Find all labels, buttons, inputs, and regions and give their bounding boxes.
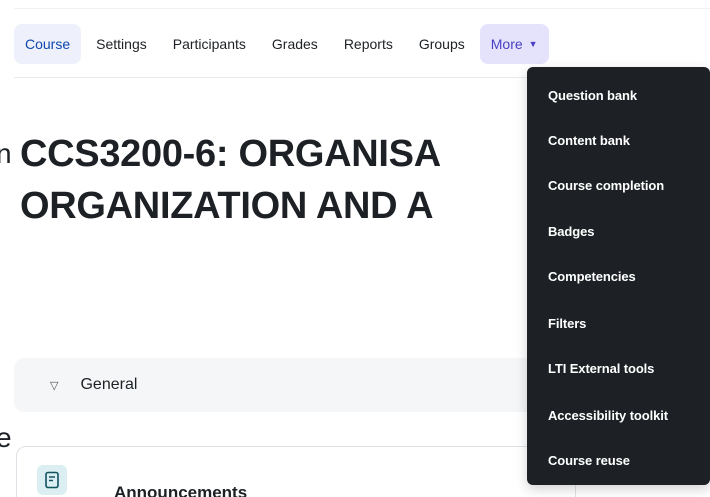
tab-settings[interactable]: Settings <box>85 24 158 64</box>
activity-card: Announcements <box>16 446 576 497</box>
page-title: CCS3200-6: ORGANISA ORGANIZATION AND A <box>20 128 441 232</box>
clipped-text-top: n <box>0 138 12 169</box>
tab-reports[interactable]: Reports <box>333 24 404 64</box>
forum-icon <box>37 465 67 495</box>
menu-item-course-completion[interactable]: Course completion <box>548 178 664 193</box>
caret-down-icon: ▼ <box>528 38 538 49</box>
activity-link[interactable]: Announcements <box>114 483 247 497</box>
section-header-general[interactable]: ▽ General <box>14 358 574 412</box>
title-line-1: CCS3200-6: ORGANISA <box>20 133 441 175</box>
top-divider <box>14 8 710 9</box>
menu-item-accessibility-toolkit[interactable]: Accessibility toolkit <box>548 408 668 423</box>
triangle-down-icon[interactable]: ▽ <box>50 379 58 392</box>
menu-item-question-bank[interactable]: Question bank <box>548 88 637 103</box>
tab-grades[interactable]: Grades <box>261 24 329 64</box>
tab-course[interactable]: Course <box>14 24 82 64</box>
more-dropdown-menu: Question bank Content bank Course comple… <box>527 67 710 485</box>
clipped-text-bottom: e <box>0 422 12 453</box>
title-line-2: ORGANIZATION AND A <box>20 185 434 227</box>
menu-item-course-reuse[interactable]: Course reuse <box>548 453 630 468</box>
menu-item-content-bank[interactable]: Content bank <box>548 133 630 148</box>
course-page: Course Settings Participants Grades Repo… <box>0 0 710 497</box>
more-label: More <box>490 36 523 52</box>
tab-participants[interactable]: Participants <box>162 24 257 64</box>
menu-item-filters[interactable]: Filters <box>548 316 586 331</box>
tab-groups[interactable]: Groups <box>408 24 476 64</box>
menu-item-lti-external-tools[interactable]: LTI External tools <box>548 361 654 376</box>
section-name[interactable]: General <box>80 376 137 394</box>
menu-item-badges[interactable]: Badges <box>548 224 594 239</box>
menu-item-competencies[interactable]: Competencies <box>548 269 636 284</box>
tab-more[interactable]: More ▼ <box>479 24 549 64</box>
secondary-navigation: Course Settings Participants Grades Repo… <box>14 24 549 64</box>
